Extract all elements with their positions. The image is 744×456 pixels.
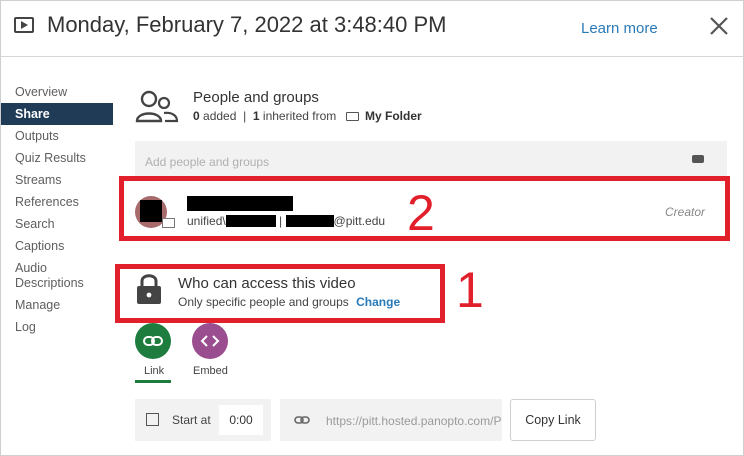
annotation-number-2: 2 [407,185,435,241]
start-at-control: Start at 0:00 [135,399,271,441]
address-book-icon[interactable] [692,155,704,163]
copy-link-button[interactable]: Copy Link [510,399,596,441]
start-at-checkbox[interactable] [146,413,159,426]
video-icon [14,17,34,33]
learn-more-link[interactable]: Learn more [581,20,658,37]
dialog-header: Monday, February 7, 2022 at 3:48:40 PM L… [1,1,743,57]
active-tab-indicator [135,380,171,383]
people-icon [135,90,179,123]
sidebar-item-log[interactable]: Log [1,316,113,338]
annotation-number-1: 1 [456,262,484,318]
sidebar-item-manage[interactable]: Manage [1,294,113,316]
annotation-box-1 [115,264,445,323]
code-icon [200,335,220,347]
inherited-label: inherited from [262,109,337,123]
folder-name[interactable]: My Folder [365,109,422,123]
add-people-input[interactable]: Add people and groups [135,141,727,179]
sidebar-item-search[interactable]: Search [1,213,113,235]
share-url-field[interactable]: https://pitt.hosted.panopto.com/Panopto/… [280,399,502,441]
sidebar-item-references[interactable]: References [1,191,113,213]
close-icon[interactable] [707,14,731,38]
add-people-placeholder: Add people and groups [145,155,270,169]
tab-link[interactable] [135,323,171,359]
start-time-input[interactable]: 0:00 [219,405,263,435]
sidebar-item-quiz-results[interactable]: Quiz Results [1,147,113,169]
added-count: 0 [193,109,200,123]
folder-icon [345,112,359,121]
tab-link-label: Link [144,365,165,377]
sidebar-item-overview[interactable]: Overview [1,81,113,103]
share-url-text: https://pitt.hosted.panopto.com/Panopto/… [326,414,502,428]
tab-embed-label: Embed [193,365,228,377]
people-groups-title: People and groups [193,89,319,106]
sidebar-nav: Overview Share Outputs Quiz Results Stre… [1,81,113,338]
start-at-label: Start at [172,413,211,427]
tab-embed[interactable] [192,323,228,359]
inherited-count: 1 [252,109,260,123]
link-icon [143,336,163,346]
sidebar-item-streams[interactable]: Streams [1,169,113,191]
sidebar-item-outputs[interactable]: Outputs [1,125,113,147]
share-dialog: Monday, February 7, 2022 at 3:48:40 PM L… [0,0,744,456]
link-icon [294,416,310,424]
session-title: Monday, February 7, 2022 at 3:48:40 PM [47,12,447,37]
people-groups-summary: 0 added | 1 inherited from My Folder [193,109,422,123]
sidebar-item-captions[interactable]: Captions [1,235,113,257]
sidebar-item-share[interactable]: Share [1,103,113,125]
sidebar-item-audio-descriptions[interactable]: Audio Descriptions [1,257,113,294]
added-label: added [203,109,237,123]
